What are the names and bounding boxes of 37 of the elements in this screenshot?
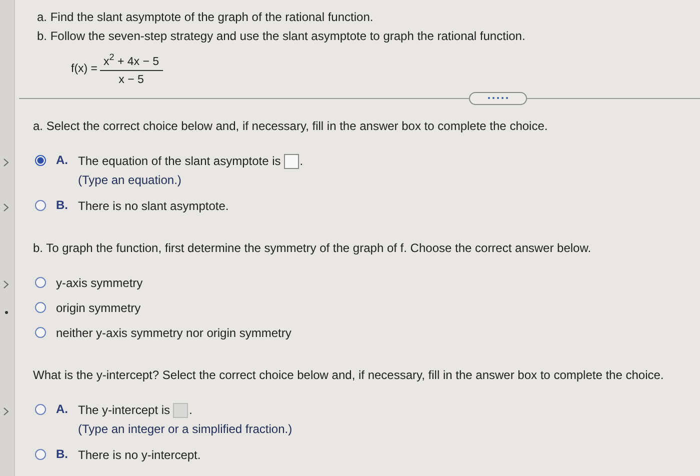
choice-text: The y-intercept is xyxy=(78,402,170,419)
radio-button[interactable] xyxy=(35,326,46,338)
radio-button[interactable] xyxy=(35,302,46,313)
denominator: x − 5 xyxy=(118,72,144,86)
choice-text: origin symmetry xyxy=(56,300,141,317)
radio-button[interactable] xyxy=(35,448,46,460)
choice-letter: A. xyxy=(56,402,69,416)
question-prompt: b. To graph the function, first determine the symmetry of the graph of f. Choose the correct answer below. xyxy=(32,240,592,257)
radio-button[interactable] xyxy=(35,404,46,415)
choice-text: neither y-axis symmetry nor origin symmetry xyxy=(56,324,292,342)
radio-button[interactable] xyxy=(35,154,46,166)
radio-button[interactable] xyxy=(35,276,46,288)
function-label: f(x) = xyxy=(71,62,98,75)
choice-letter: B. xyxy=(56,198,69,212)
period-text: . xyxy=(300,152,304,170)
instruction-text: a. Find the slant asymptote of the graph of the rational function. xyxy=(37,9,374,26)
chevron-icon[interactable] xyxy=(3,406,9,416)
choice-letter: B. xyxy=(56,446,69,461)
dots-icon xyxy=(487,96,509,100)
numerator: x$^{2}$ + 4x − 5 xyxy=(100,52,164,71)
hint-text: (Type an integer or a simplified fraction.) xyxy=(78,420,292,438)
choice-text: There is no y-intercept. xyxy=(78,446,201,464)
chevron-icon[interactable] xyxy=(3,280,9,289)
question-prompt: a. Select the correct choice below and, if necessary, fill in the answer box to complete the choice. xyxy=(32,118,549,135)
hint-text: (Type an equation.) xyxy=(78,172,182,189)
choice-text: y-axis symmetry xyxy=(56,274,143,292)
chevron-icon[interactable] xyxy=(3,158,9,167)
instruction-text: b. Follow the seven-step strategy and use the slant asymptote to graph the rational function. xyxy=(37,28,526,45)
answer-box[interactable] xyxy=(284,154,299,169)
choice-letter: A. xyxy=(56,152,69,167)
choice-text: The equation of the slant asymptote is xyxy=(78,152,281,170)
more-button[interactable] xyxy=(469,92,527,105)
chevron-icon[interactable] xyxy=(3,202,9,212)
radio-button[interactable] xyxy=(35,200,46,211)
choice-text: There is no slant asymptote. xyxy=(78,198,229,215)
period-text: . xyxy=(189,402,192,419)
question-prompt: What is the y-intercept? Select the correct choice below and, if necessary, fill in the answer box to complete the choice. xyxy=(32,366,665,384)
